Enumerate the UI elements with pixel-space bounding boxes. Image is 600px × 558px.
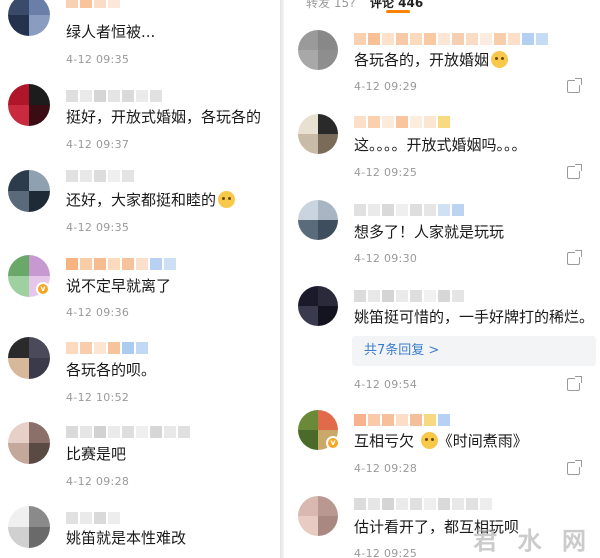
- avatar[interactable]: [298, 114, 338, 154]
- comment-time: 4-12 09:25: [354, 166, 418, 179]
- blurred-username: [66, 90, 162, 102]
- comment-time: 4-12 09:29: [354, 80, 418, 93]
- comment-time: 4-12 09:30: [354, 252, 418, 265]
- verified-badge-icon: v: [326, 436, 340, 450]
- avatar[interactable]: [298, 496, 338, 536]
- blurred-username: [354, 33, 548, 45]
- comment-time: 4-12 10:52: [66, 391, 130, 404]
- blurred-username: [66, 258, 176, 270]
- comment-time: 4-12 09:35: [66, 53, 130, 66]
- blurred-username: [354, 414, 450, 426]
- avatar[interactable]: [298, 200, 338, 240]
- view-replies-button[interactable]: 共7条回复 >: [352, 336, 596, 366]
- comment-text: 说不定早就离了: [66, 277, 172, 295]
- right-comment-panel: 转发 15? 评论 446: [284, 0, 600, 558]
- avatar[interactable]: [8, 506, 50, 548]
- avatar[interactable]: [8, 84, 50, 126]
- comment-text: 挺好，开放式婚姻，各玩各的: [66, 108, 262, 126]
- avatar[interactable]: [8, 0, 50, 36]
- comment-time: 4-12 09:25: [354, 547, 418, 558]
- doge-emoji-icon: [420, 432, 438, 449]
- blurred-username: [354, 498, 492, 510]
- comment-text: 姚笛挺可惜的，一手好牌打的稀烂。: [354, 308, 595, 326]
- comment-text: 姚笛就是本性难改: [66, 529, 187, 547]
- avatar[interactable]: [298, 30, 338, 70]
- comment-time: 4-12 09:36: [66, 306, 130, 319]
- blurred-username: [354, 290, 464, 302]
- blurred-username: [66, 0, 120, 8]
- blurred-username: [354, 204, 464, 216]
- share-icon[interactable]: [567, 460, 582, 475]
- doge-emoji-icon: [491, 51, 509, 68]
- verified-badge-icon: v: [36, 282, 50, 296]
- site-watermark: 君 水 网: [473, 526, 592, 555]
- comment-time: 4-12 09:37: [66, 138, 130, 151]
- comment-text: 绿人者恒被...: [66, 23, 156, 41]
- blurred-username: [66, 426, 190, 438]
- comment-time: 4-12 09:35: [66, 221, 130, 234]
- comment-text: 各玩各的呗。: [66, 361, 157, 379]
- avatar[interactable]: [8, 422, 50, 464]
- active-tab-indicator: [386, 10, 410, 13]
- tab-reposts[interactable]: 转发 15?: [306, 0, 355, 11]
- avatar[interactable]: [8, 337, 50, 379]
- share-icon[interactable]: [567, 78, 582, 93]
- avatar[interactable]: [298, 286, 338, 326]
- comment-text: 比赛是吧: [66, 445, 127, 463]
- comment-time: 4-12 09:28: [66, 475, 130, 488]
- comment-time: 4-12 09:28: [354, 462, 418, 475]
- comment-text: 还好，大家都挺和睦的: [66, 190, 236, 210]
- left-comment-panel: 绿人者恒被... 4-12 09:35 挺好，开放式婚姻，各玩各的 4-12 0…: [0, 0, 280, 558]
- comment-text: 这。。。。开放式婚姻吗。。。: [354, 136, 527, 154]
- avatar[interactable]: [8, 170, 50, 212]
- comment-time: 4-12 09:54: [354, 378, 418, 391]
- blurred-username: [66, 342, 148, 354]
- comment-text: 互相亏欠 《时间煮雨》: [354, 432, 528, 450]
- share-icon[interactable]: [567, 164, 582, 179]
- blurred-username: [354, 116, 450, 128]
- doge-emoji-icon: [218, 191, 236, 208]
- blurred-username: [66, 170, 134, 182]
- blurred-username: [66, 512, 120, 524]
- comment-tabs: 转发 15? 评论 446: [284, 0, 600, 14]
- share-icon[interactable]: [567, 250, 582, 265]
- comment-text: 各玩各的，开放婚姻: [354, 50, 509, 70]
- share-icon[interactable]: [567, 376, 582, 391]
- comment-text: 想多了！人家就是玩玩: [354, 223, 505, 241]
